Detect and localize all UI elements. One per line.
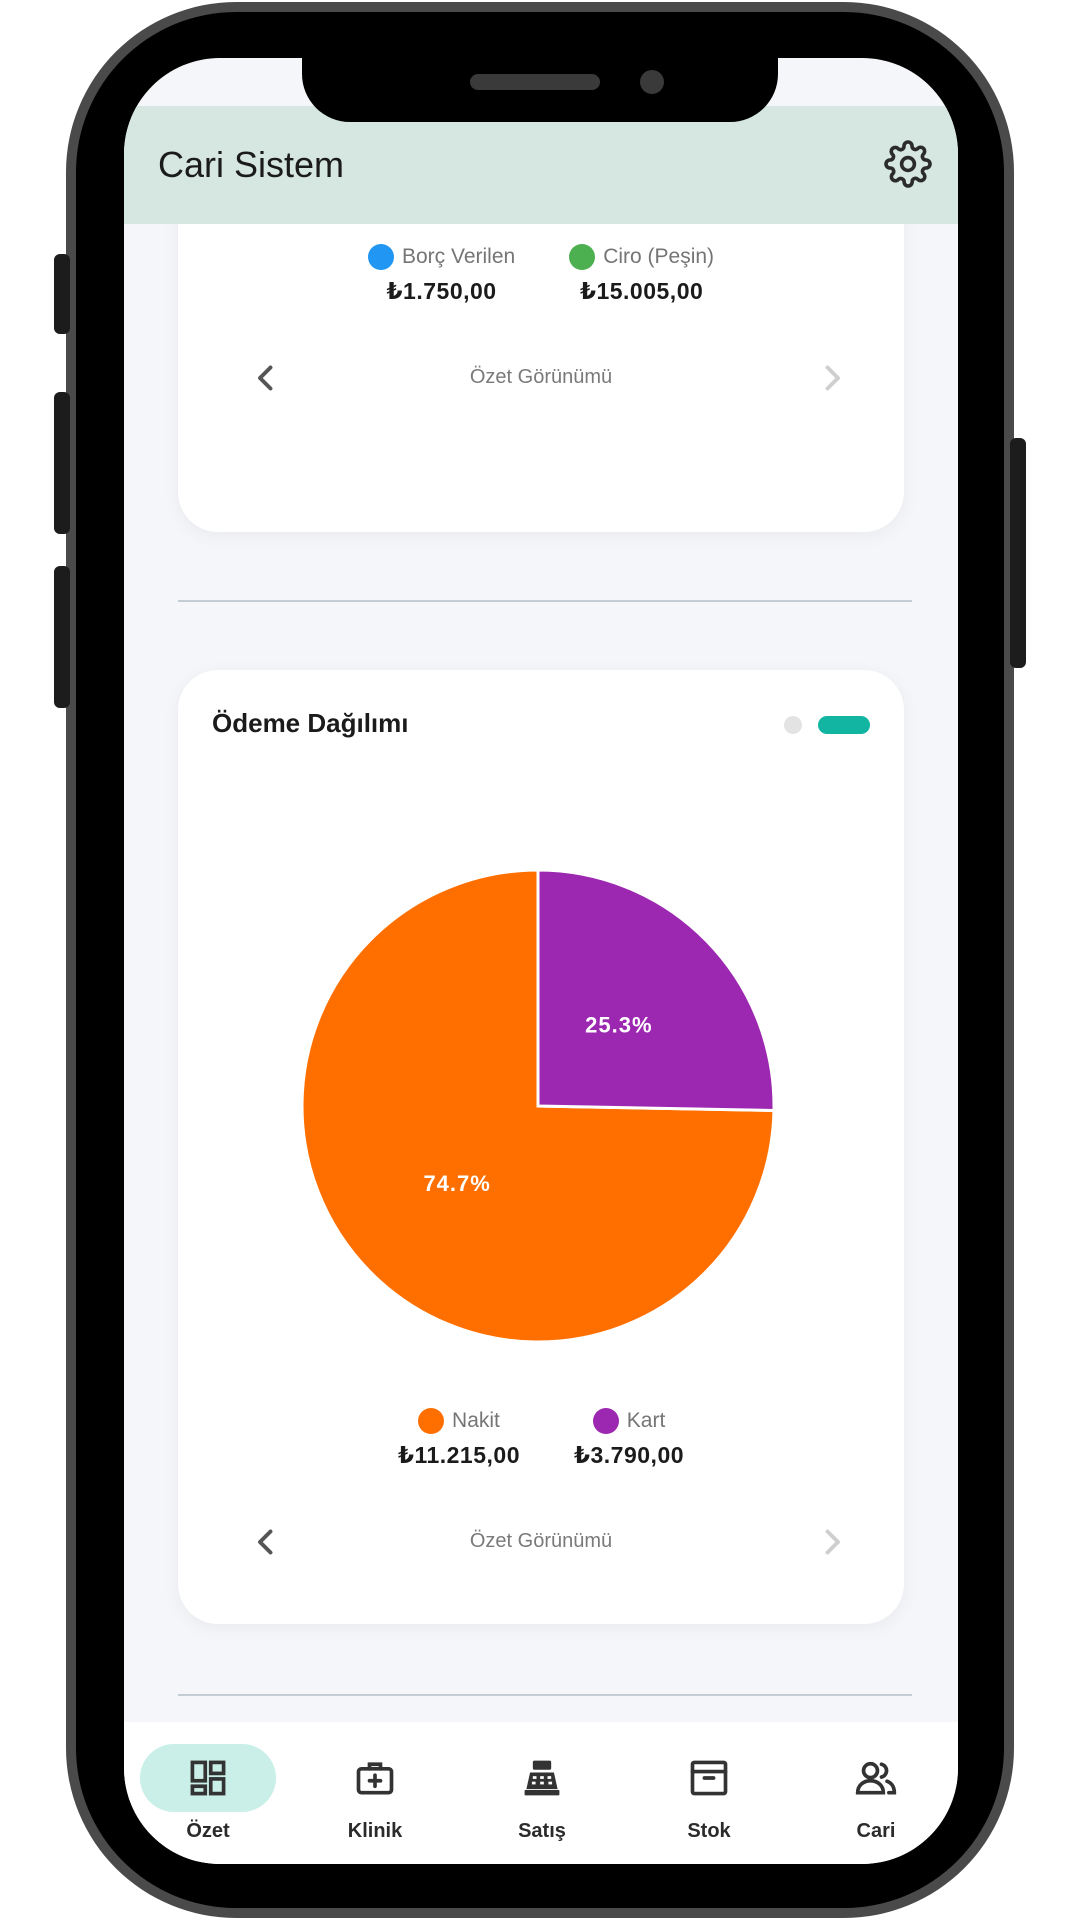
view-label: Özet Görünümü [469, 366, 613, 388]
pie-slice-kart[interactable] [536, 868, 776, 1112]
nav-label: Özet [186, 1820, 230, 1842]
power-button [1010, 438, 1026, 668]
legend-item-kart: Kart ₺3.790,00 [574, 1408, 684, 1469]
summary-card: Borç Verilen ₺1.750,00 Ciro (Peşin) ₺15.… [178, 224, 904, 532]
legend-value: ₺15.005,00 [579, 278, 704, 304]
legend-item-ciro: Ciro (Peşin) ₺15.005,00 [569, 244, 714, 305]
view-label: Özet Görünümü [469, 1530, 613, 1552]
nav-item-ozet[interactable]: Özet [124, 1744, 292, 1843]
speaker-grille [470, 74, 600, 90]
volume-up-button [54, 392, 70, 534]
pager-dot-inactive[interactable] [784, 716, 802, 734]
nav-indicator [641, 1744, 777, 1812]
payment-card-nav: Özet Görünümü [178, 1512, 904, 1572]
payment-legend: Nakit ₺11.215,00 Kart ₺3.790,00 [178, 1408, 904, 1469]
chevron-right-icon[interactable] [814, 360, 850, 396]
nav-label: Klinik [347, 1820, 403, 1842]
legend-label: Borç Verilen [401, 245, 516, 268]
nav-indicator [140, 1744, 276, 1812]
medical-kit-icon [356, 1762, 394, 1795]
nav-indicator [474, 1744, 610, 1812]
summary-card-nav: Özet Görünümü [178, 348, 904, 408]
pie-label-nakit: 74.7% [423, 1171, 490, 1196]
legend-value: ₺3.790,00 [574, 1442, 685, 1468]
nav-item-satis[interactable]: Satış [458, 1744, 626, 1843]
nav-label: Cari [856, 1820, 896, 1842]
app-bar: Cari Sistem [124, 106, 958, 224]
legend-dot [569, 244, 596, 270]
legend-item-borc-verilen: Borç Verilen ₺1.750,00 [367, 244, 516, 305]
section-divider [178, 1694, 912, 1696]
legend-label: Kart [626, 1409, 666, 1432]
dashboard-content[interactable]: Borç Verilen ₺1.750,00 Ciro (Peşin) ₺15.… [124, 224, 958, 1780]
pager-dot-active[interactable] [818, 716, 870, 734]
bottom-navigation: Özet Klinik Satış Stok Cari [124, 1722, 958, 1864]
payment-pie-chart: 74.7% 25.3% [300, 868, 776, 1344]
archive-box-icon [690, 1760, 728, 1796]
payment-distribution-card: Ödeme Dağılımı 74.7% 25.3% Nakit ₺11.215,… [178, 670, 904, 1624]
legend-dot [418, 1408, 445, 1434]
nav-item-cari[interactable]: Cari [792, 1744, 958, 1843]
nav-indicator [307, 1744, 443, 1812]
nav-item-klinik[interactable]: Klinik [291, 1744, 459, 1843]
summary-legend: Borç Verilen ₺1.750,00 Ciro (Peşin) ₺15.… [178, 244, 904, 305]
card-title: Ödeme Dağılımı [212, 708, 409, 738]
nav-label: Stok [687, 1820, 731, 1842]
legend-dot [592, 1408, 619, 1434]
legend-value: ₺1.750,00 [386, 278, 497, 304]
legend-item-nakit: Nakit ₺11.215,00 [398, 1408, 520, 1469]
front-camera [640, 70, 664, 94]
gear-icon[interactable] [884, 140, 932, 188]
phone-notch [302, 58, 778, 122]
legend-label: Ciro (Peşin) [603, 245, 715, 268]
nav-label: Satış [518, 1820, 566, 1842]
legend-label: Nakit [452, 1409, 500, 1432]
phone-screen: Cari Sistem Borç Verilen ₺1.750,00 Ciro … [124, 58, 958, 1864]
legend-value: ₺11.215,00 [397, 1442, 520, 1468]
mute-switch [54, 254, 70, 334]
nav-indicator [808, 1744, 944, 1812]
cash-register-icon [524, 1760, 560, 1796]
volume-down-button [54, 566, 70, 708]
section-divider [178, 600, 912, 602]
app-title: Cari Sistem [158, 144, 345, 185]
legend-dot [367, 244, 394, 270]
people-icon [855, 1761, 897, 1795]
nav-item-stok[interactable]: Stok [625, 1744, 793, 1843]
pie-label-kart: 25.3% [585, 1012, 652, 1037]
chevron-right-icon[interactable] [814, 1524, 850, 1560]
dashboard-icon [190, 1760, 226, 1796]
